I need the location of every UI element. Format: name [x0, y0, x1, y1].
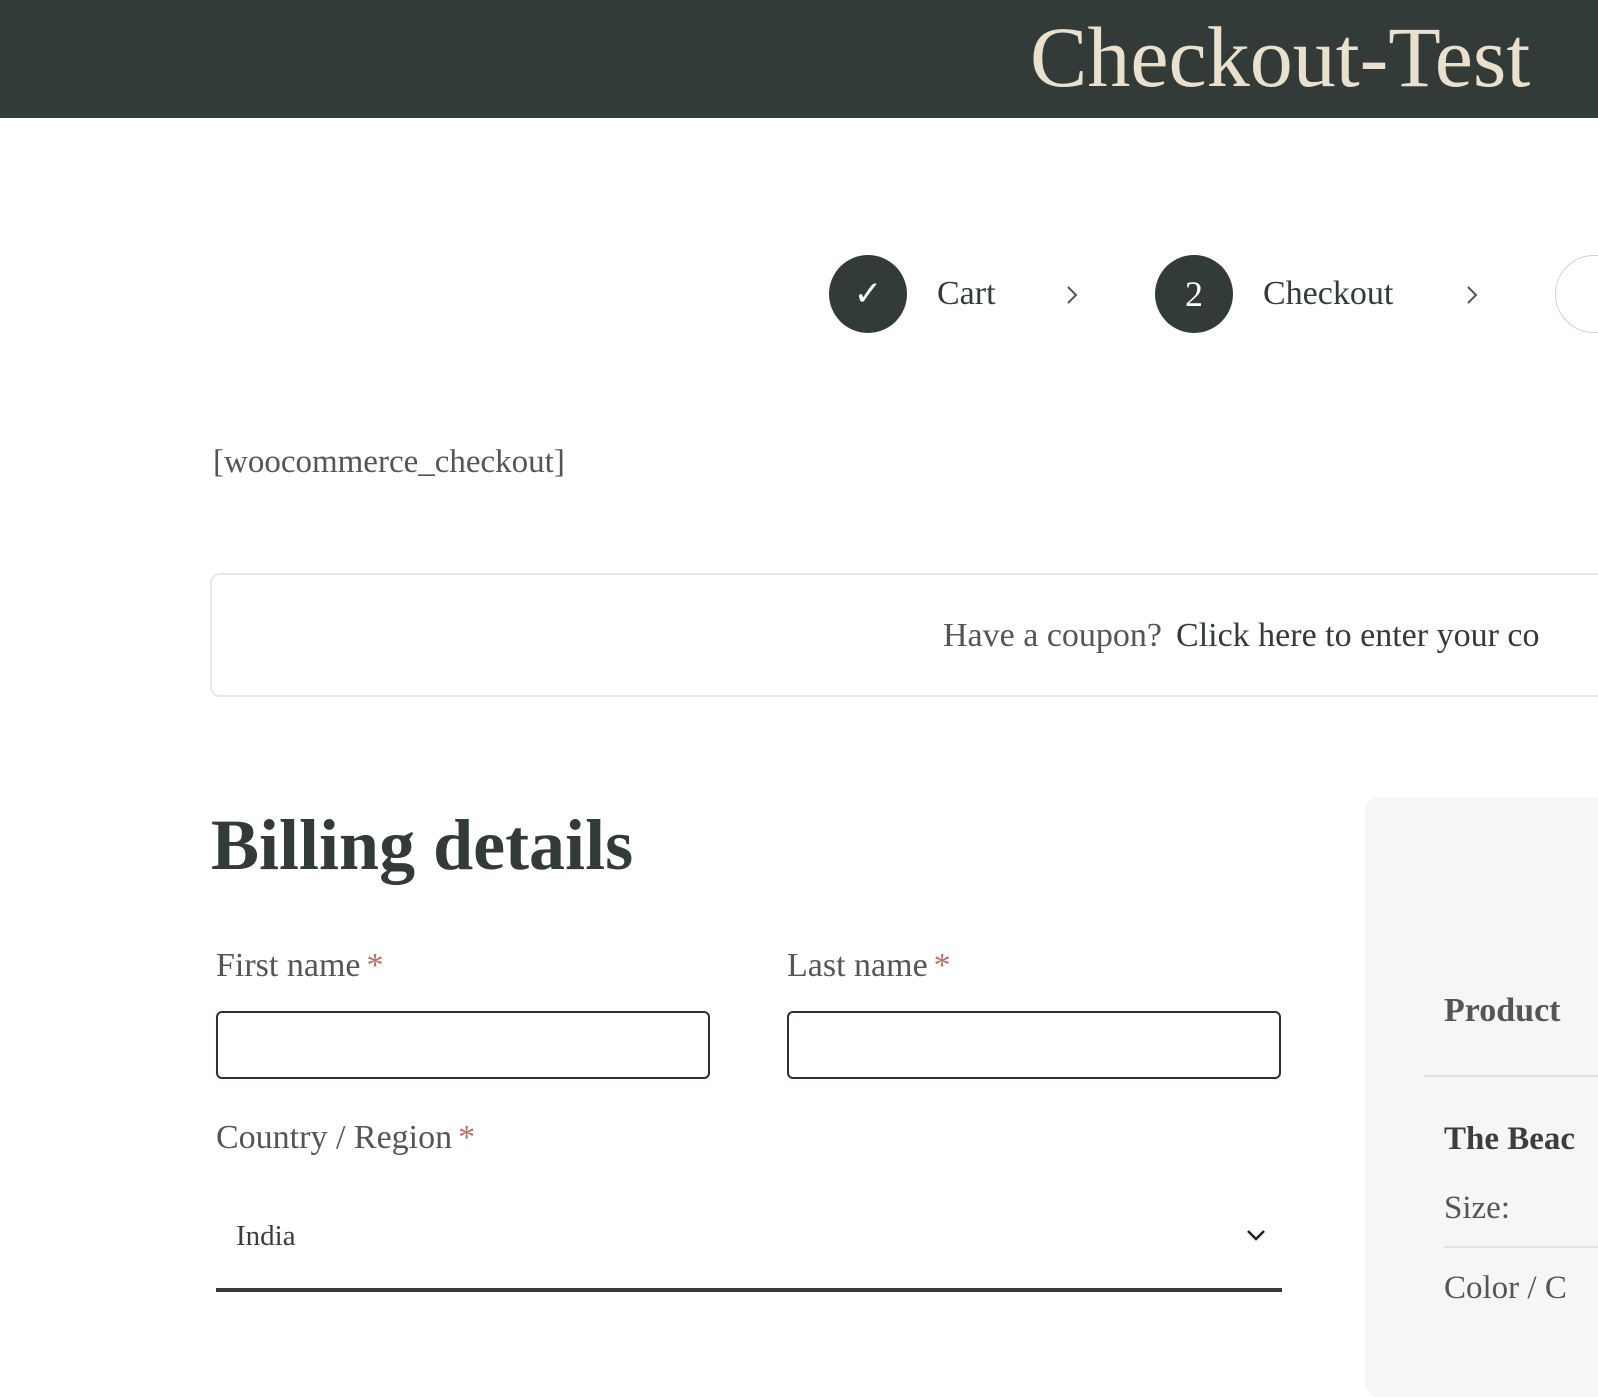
country-region-select[interactable]: India — [216, 1196, 1282, 1292]
check-icon: ✓ — [853, 274, 883, 314]
chevron-right-icon — [1067, 286, 1078, 304]
chevron-right-icon — [1467, 286, 1478, 304]
step-checkout-indicator: 2 — [1155, 255, 1233, 333]
step-cart-indicator: ✓ — [829, 255, 907, 333]
last-name-label: Last name * — [787, 946, 951, 986]
first-name-label-text: First name — [216, 947, 361, 984]
billing-details-heading: Billing details — [211, 805, 634, 885]
step-cart-label[interactable]: Cart — [937, 274, 996, 314]
country-region-label: Country / Region * — [216, 1118, 475, 1158]
country-region-label-text: Country / Region — [216, 1119, 453, 1156]
required-marker: * — [458, 1119, 476, 1156]
shortcode-text: [woocommerce_checkout] — [213, 444, 565, 480]
chevron-down-icon — [1247, 1230, 1265, 1241]
coupon-toggle-link[interactable]: Click here to enter your co — [1176, 617, 1539, 654]
site-header: Checkout-Test — [0, 0, 1598, 118]
step-checkout-label: Checkout — [1263, 275, 1394, 312]
coupon-notice-text: Have a coupon? Click here to enter your c… — [943, 615, 1540, 657]
order-product-size-label: Size: — [1444, 1190, 1510, 1226]
step-number: 2 — [1185, 274, 1203, 314]
last-name-input[interactable] — [787, 1011, 1281, 1079]
order-header-divider — [1424, 1075, 1598, 1077]
country-region-selected-value: India — [236, 1220, 296, 1252]
order-product-column-header: Product — [1444, 992, 1561, 1029]
order-product-color-label: Color / C — [1444, 1270, 1567, 1306]
first-name-label: First name * — [216, 946, 383, 986]
step-order-complete-indicator — [1555, 255, 1598, 333]
required-marker: * — [366, 947, 384, 984]
order-meta-divider — [1444, 1246, 1598, 1248]
site-title[interactable]: Checkout-Test — [1030, 2, 1530, 112]
last-name-label-text: Last name — [787, 947, 928, 984]
required-marker: * — [933, 947, 951, 984]
order-product-name: The Beac — [1444, 1121, 1576, 1157]
coupon-prompt: Have a coupon? — [943, 617, 1163, 654]
first-name-input[interactable] — [216, 1011, 710, 1079]
